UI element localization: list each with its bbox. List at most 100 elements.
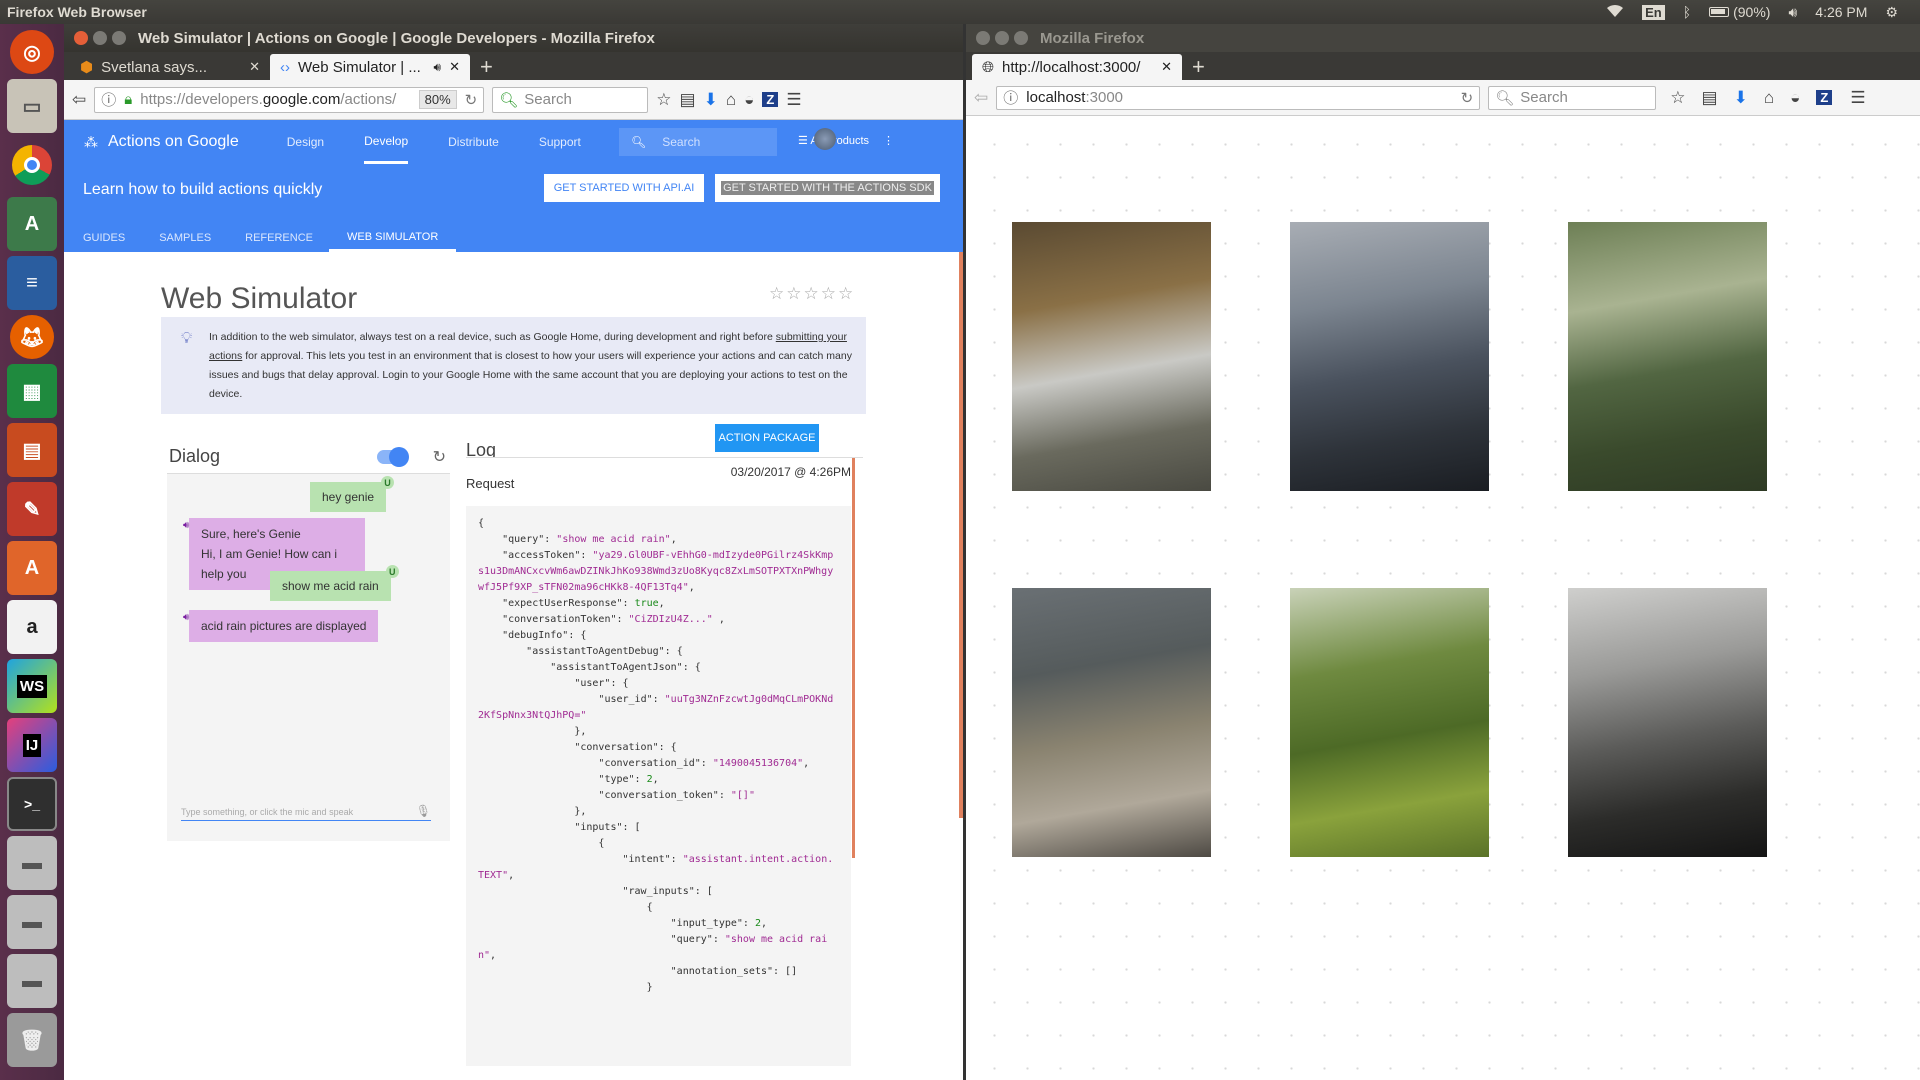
photo-algae-canal[interactable]: [1290, 588, 1489, 857]
reload-icon[interactable]: ↻: [465, 91, 478, 109]
get-started-apiai-button[interactable]: GET STARTED WITH API.AI: [544, 174, 704, 202]
bookmarks-menu-icon[interactable]: ▤: [680, 90, 696, 110]
writer-icon[interactable]: ≡: [7, 256, 57, 310]
impress-icon[interactable]: ▤: [7, 423, 57, 477]
trash-icon[interactable]: 🗑︎: [7, 1013, 57, 1067]
settings-icon[interactable]: ✎: [7, 482, 57, 536]
zotero-icon[interactable]: Z: [762, 92, 779, 107]
clock[interactable]: 4:26 PM: [1815, 4, 1867, 20]
minimize-window-button[interactable]: [995, 31, 1009, 45]
photo-smog-city[interactable]: [1290, 222, 1489, 491]
refresh-icon[interactable]: ↻: [433, 447, 446, 467]
brand-title[interactable]: Actions on Google: [108, 133, 239, 151]
hamburger-menu-icon[interactable]: ☰: [786, 90, 801, 110]
nav-distribute[interactable]: Distribute: [448, 120, 499, 164]
wifi-icon[interactable]: [1606, 4, 1624, 21]
tab-audio-icon[interactable]: 🔊︎: [434, 60, 442, 75]
android-studio-icon[interactable]: A: [7, 197, 57, 251]
rating-stars[interactable]: ☆☆☆☆☆: [769, 284, 855, 304]
zotero-icon[interactable]: Z: [1816, 90, 1833, 105]
power-gear-icon[interactable]: ⚙: [1885, 4, 1898, 21]
maximize-window-button[interactable]: [1014, 31, 1028, 45]
get-started-sdk-button[interactable]: GET STARTED WITH THE ACTIONS SDK: [715, 174, 940, 202]
close-tab-icon[interactable]: ✕: [249, 59, 260, 75]
bookmarks-menu-icon[interactable]: ▤: [1702, 88, 1718, 108]
info-icon[interactable]: ⓘ: [1003, 87, 1018, 108]
log-scrollbar[interactable]: [852, 458, 855, 858]
disk-icon[interactable]: ▬: [7, 895, 57, 949]
left-url-bar[interactable]: ⓘ 🔒︎ https://developers.google.com/actio…: [94, 86, 485, 113]
terminal-icon[interactable]: >_: [7, 777, 57, 831]
more-vert-icon[interactable]: ⋮: [883, 135, 894, 147]
close-window-button[interactable]: [976, 31, 990, 45]
tab-localhost[interactable]: 🌐︎ http://localhost:3000/ ✕: [972, 54, 1182, 80]
bookmark-star-icon[interactable]: ☆: [656, 90, 671, 110]
intellij-icon[interactable]: IJ: [7, 718, 57, 772]
new-tab-button[interactable]: +: [1182, 54, 1215, 80]
calc-icon[interactable]: ▦: [7, 364, 57, 418]
nav-develop[interactable]: Develop: [364, 120, 409, 164]
close-window-button[interactable]: [74, 31, 88, 45]
close-tab-icon[interactable]: ✕: [449, 59, 460, 75]
assistant-logo-icon[interactable]: ⁂: [84, 134, 98, 151]
photo-foggy-rock[interactable]: [1568, 588, 1767, 857]
avatar[interactable]: [814, 128, 836, 150]
downloads-icon[interactable]: ⬇: [1734, 88, 1748, 108]
nav-design[interactable]: Design: [287, 120, 324, 164]
message-input[interactable]: Type something, or click the mic and spe…: [181, 804, 431, 821]
webstorm-icon[interactable]: WS: [7, 659, 57, 713]
tab-web-simulator[interactable]: ‹› Web Simulator | ... 🔊︎ ✕: [270, 54, 470, 80]
bookmark-star-icon[interactable]: ☆: [1670, 88, 1685, 108]
new-tab-button[interactable]: +: [470, 54, 503, 80]
zoom-indicator[interactable]: 80%: [418, 90, 457, 109]
speaker-icon[interactable]: 🔊︎: [183, 608, 189, 628]
audio-toggle[interactable]: [376, 447, 409, 467]
amazon-icon[interactable]: a: [7, 600, 57, 654]
left-search-bar[interactable]: 🔍︎ Search: [492, 86, 649, 113]
maximize-window-button[interactable]: [112, 31, 126, 45]
nav-support[interactable]: Support: [539, 120, 581, 164]
pocket-icon[interactable]: ◒: [1790, 88, 1800, 108]
tab-web-simulator-section[interactable]: WEB SIMULATOR: [329, 224, 457, 252]
message-input-placeholder: Type something, or click the mic and spe…: [181, 807, 354, 817]
tab-samples[interactable]: SAMPLES: [159, 224, 211, 252]
tab-reference[interactable]: REFERENCE: [245, 224, 313, 252]
firefox-icon[interactable]: 🦊︎: [10, 315, 54, 359]
ubuntu-icon[interactable]: ◎: [10, 30, 54, 74]
close-tab-icon[interactable]: ✕: [1161, 59, 1172, 75]
downloads-icon[interactable]: ⬇: [704, 90, 718, 110]
tab-guides[interactable]: GUIDES: [83, 224, 125, 252]
right-url-bar[interactable]: ⓘ localhost:3000 ↻: [996, 85, 1481, 110]
bluetooth-icon[interactable]: ᛒ: [1683, 4, 1691, 20]
chrome-icon[interactable]: [7, 138, 57, 192]
photo-flood-house[interactable]: [1012, 588, 1211, 857]
volume-icon[interactable]: 🔊︎: [1788, 4, 1797, 21]
mic-off-icon[interactable]: 🎙︎: [416, 804, 431, 818]
pocket-icon[interactable]: ◒: [744, 90, 754, 110]
disk-icon[interactable]: ▬: [7, 836, 57, 890]
info-icon[interactable]: ⓘ: [101, 89, 116, 110]
photo-misty-forest[interactable]: [1568, 222, 1767, 491]
reload-icon[interactable]: ↻: [1461, 89, 1474, 107]
action-package-button[interactable]: ACTION PACKAGE: [715, 424, 819, 452]
site-search-input[interactable]: 🔍︎ Search: [619, 128, 777, 156]
minimize-window-button[interactable]: [93, 31, 107, 45]
speaker-icon[interactable]: 🔊︎: [183, 516, 189, 536]
photo-misty-river[interactable]: [1012, 222, 1211, 491]
dialog-title: Dialog: [169, 446, 221, 466]
sub-tabs: GUIDES SAMPLES REFERENCE WEB SIMULATOR: [83, 224, 457, 252]
battery-indicator[interactable]: (90%): [1709, 4, 1770, 20]
page-scrollbar[interactable]: [959, 252, 963, 818]
all-products-menu[interactable]: ☰ All Products ⋮: [798, 134, 894, 147]
tab-svetlana[interactable]: ⬢ Svetlana says... ✕: [70, 54, 270, 80]
home-icon[interactable]: ⌂: [1764, 88, 1774, 108]
right-search-bar[interactable]: 🔍︎ Search: [1488, 85, 1657, 110]
software-center-icon[interactable]: A: [7, 541, 57, 595]
keyboard-layout-indicator[interactable]: En: [1642, 4, 1665, 20]
hamburger-menu-icon[interactable]: ☰: [1850, 88, 1865, 108]
files-icon[interactable]: ▭: [7, 79, 57, 133]
disk-icon[interactable]: ▬: [7, 954, 57, 1008]
back-icon[interactable]: ⇦: [72, 90, 86, 110]
back-icon[interactable]: ⇦: [974, 88, 988, 108]
home-icon[interactable]: ⌂: [726, 90, 736, 110]
